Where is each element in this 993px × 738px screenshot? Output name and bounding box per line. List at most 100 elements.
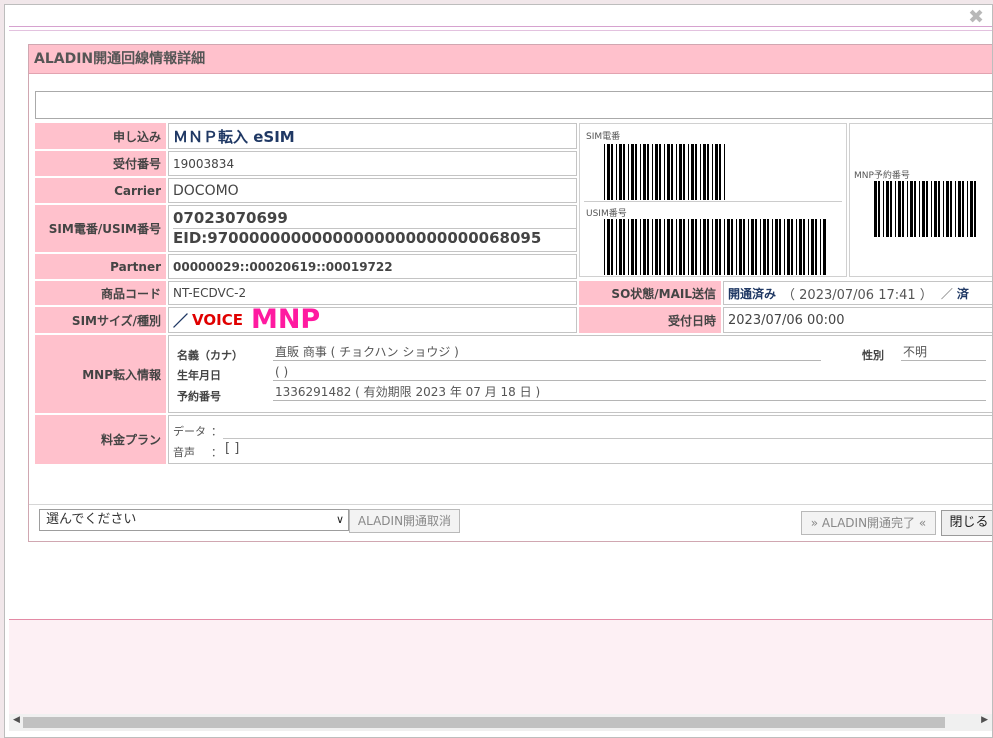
product-code-value: NT-ECDVC-2	[168, 281, 577, 305]
barcode-bar	[703, 219, 706, 275]
divider	[223, 438, 992, 439]
barcode-bar	[683, 144, 685, 200]
barcode-bar	[647, 219, 649, 275]
partner-label: Partner	[35, 254, 166, 279]
barcode-bar	[688, 219, 689, 275]
barcode-bar	[691, 144, 694, 200]
scrollbar-thumb[interactable]	[23, 717, 945, 728]
barcode-bar	[664, 144, 665, 200]
barcode-bar	[958, 181, 961, 237]
usim-barcode-label: USIM番号	[586, 209, 627, 219]
barcode-bar	[616, 144, 617, 200]
mnp-info-label: MNP転入情報	[35, 335, 166, 413]
scroll-left-icon[interactable]: ◀	[13, 715, 20, 725]
aladin-complete-button[interactable]: » ALADIN開通完了 «	[801, 511, 936, 535]
barcode-bar	[743, 219, 745, 275]
voice-plan-label: 音声	[173, 446, 195, 459]
barcode-bar	[902, 181, 904, 237]
barcode-bar	[938, 181, 940, 237]
scroll-right-icon[interactable]: ▶	[981, 715, 988, 725]
barcode-bar	[914, 181, 916, 237]
so-status-value: 開通済み （ 2023/07/06 17:41 ） ／ 済	[723, 281, 992, 305]
product-code-label: 商品コード	[35, 281, 166, 305]
voice-plan-value: [ ]	[225, 441, 240, 456]
barcode-bar	[823, 219, 826, 275]
barcode-bar	[934, 181, 937, 237]
barcode-bar	[619, 144, 622, 200]
barcode-bar	[724, 219, 725, 275]
sim-barcode-label: SIM電番	[586, 132, 621, 142]
barcode-bar	[631, 144, 634, 200]
barcode-bar	[970, 181, 973, 237]
barcode-bar	[695, 144, 697, 200]
barcode-bar	[607, 144, 610, 200]
application-label: 申し込み	[35, 123, 166, 149]
barcode-bar	[616, 219, 617, 275]
sim-size-label: SIMサイズ/種別	[35, 307, 166, 333]
horizontal-scrollbar[interactable]: ◀ ▶	[9, 714, 992, 731]
sim-size-prefix: ／	[173, 311, 189, 330]
so-status: 開通済み	[728, 286, 777, 301]
barcode-bar	[791, 219, 793, 275]
mnp-badge: MNP	[250, 307, 321, 333]
barcode-bar	[604, 144, 605, 200]
barcode-bar	[640, 144, 641, 200]
so-status-label: SO状態/MAIL送信	[579, 281, 721, 305]
barcode-bar	[671, 144, 673, 200]
barcode-bar	[707, 219, 709, 275]
barcode-bar	[784, 219, 785, 275]
barcode-bar	[799, 219, 802, 275]
name-value: 直販 商事 ( チョクハン ショウジ )	[273, 344, 821, 361]
eid-number: EID:97000000000000000000000000068095	[173, 229, 542, 247]
barcode-bar	[655, 219, 658, 275]
barcode-bar	[611, 219, 613, 275]
barcode-bar	[755, 219, 757, 275]
barcode-bar	[623, 219, 625, 275]
close-icon[interactable]: ✖	[968, 7, 984, 27]
close-button[interactable]: 閉じる	[941, 510, 992, 536]
barcode-bar	[676, 219, 677, 275]
barcode-bar	[683, 219, 685, 275]
barcode-bar	[748, 219, 749, 275]
divider	[29, 504, 992, 505]
barcode-bar	[787, 219, 790, 275]
sim-usim-value: 07023070699 EID:970000000000000000000000…	[168, 205, 577, 252]
barcode-bar	[878, 181, 880, 237]
received-at-value: 2023/07/06 00:00	[723, 307, 992, 333]
barcode-bar	[926, 181, 928, 237]
barcode-bar	[647, 144, 649, 200]
barcode-bar	[820, 219, 821, 275]
sim-size-value: ／ VOICE MNP	[168, 307, 577, 333]
barcode-bar	[775, 219, 778, 275]
voice-badge: VOICE	[192, 311, 243, 329]
aladin-cancel-button[interactable]: ALADIN開通取消	[349, 509, 460, 533]
barcode-bar	[808, 219, 809, 275]
dialog-window: ✖ ALADIN開通回線情報詳細 申し込み ＭＮＰ転入 eSIM 受付番号 19…	[4, 4, 993, 738]
barcode-bar	[643, 144, 646, 200]
barcode-bar	[659, 219, 661, 275]
barcode-bar	[667, 219, 670, 275]
barcode-bar	[688, 144, 689, 200]
usim-barcode	[604, 219, 828, 275]
received-at-label: 受付日時	[579, 307, 721, 333]
barcode-bar	[955, 181, 956, 237]
action-select-value: 選んでください	[46, 512, 137, 527]
barcode-bar	[628, 144, 629, 200]
barcode-bar	[659, 144, 661, 200]
barcode-bar	[760, 219, 761, 275]
barcode-bar	[910, 181, 913, 237]
reception-no-value: 19003834	[168, 151, 577, 176]
voice-plan-sep: ：	[211, 446, 222, 459]
barcode-bar	[919, 181, 920, 237]
message-field[interactable]	[35, 91, 992, 119]
barcode-bar	[707, 144, 709, 200]
barcode-bar	[731, 219, 733, 275]
barcode-bar	[898, 181, 901, 237]
barcode-bar	[712, 144, 713, 200]
barcode-bar	[874, 181, 877, 237]
plan-value: データ ： 音声 ： [ ]	[168, 415, 992, 464]
barcode-bar	[695, 219, 697, 275]
barcode-bar	[712, 219, 713, 275]
application-value: ＭＮＰ転入 eSIM	[168, 123, 577, 149]
action-select[interactable]: 選んでください ∨	[39, 509, 349, 531]
